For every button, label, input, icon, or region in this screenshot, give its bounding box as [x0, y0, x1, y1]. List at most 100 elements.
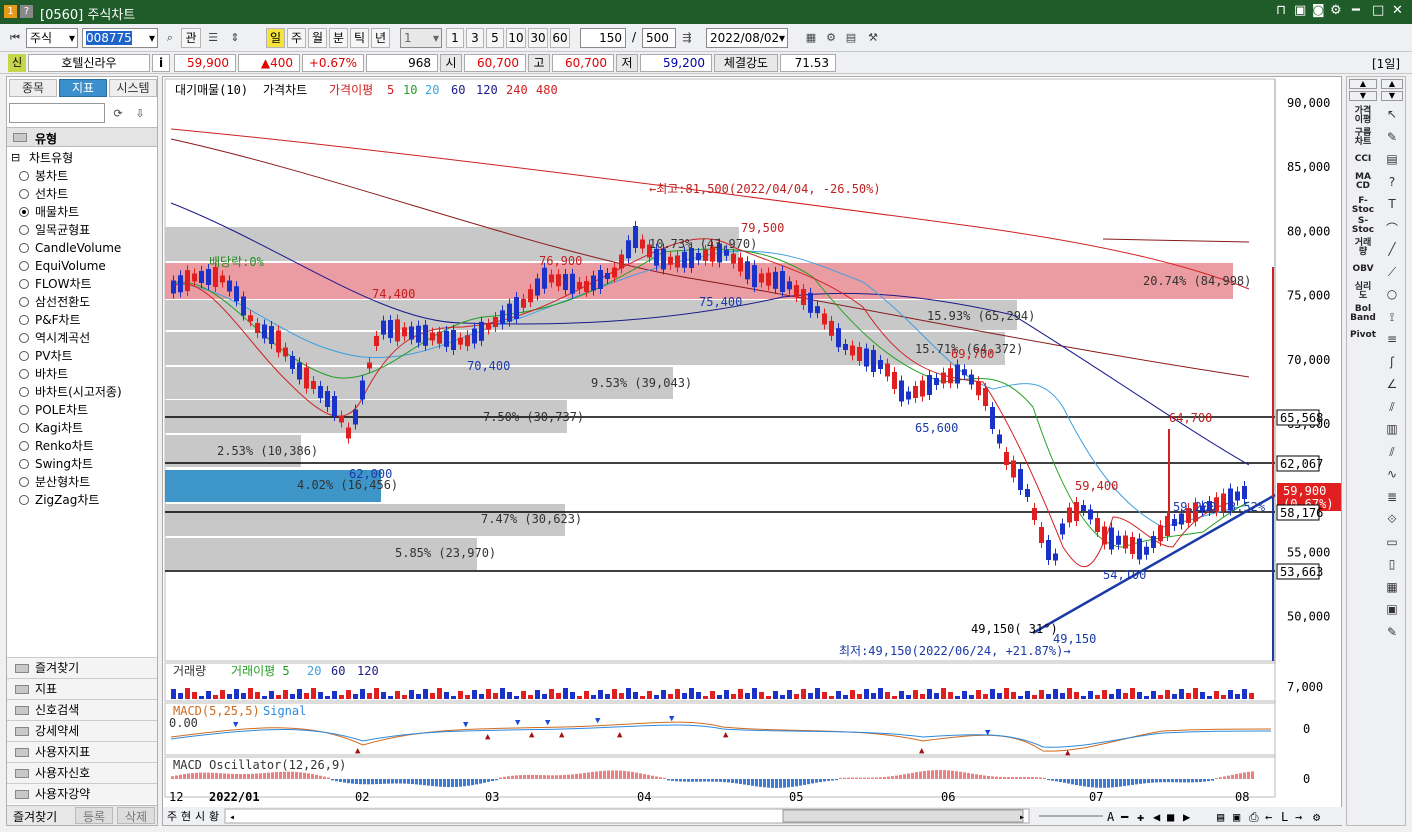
info-icon[interactable]: i — [152, 54, 170, 72]
first-icon[interactable]: ⏮ — [6, 29, 24, 47]
radio-icon[interactable] — [19, 297, 29, 307]
note-icon[interactable]: ▯ — [1381, 557, 1403, 577]
stop-icon[interactable]: ■ — [1167, 810, 1175, 824]
chart-type-item[interactable]: Kagi차트 — [19, 419, 83, 437]
chart-type-item[interactable]: CandleVolume — [19, 239, 121, 257]
pointer-icon[interactable]: ↖ — [1381, 107, 1403, 127]
indicator-shortcut[interactable]: 심리 도 — [1349, 283, 1377, 301]
scroll-down-icon[interactable]: ▼ — [1381, 91, 1403, 101]
radio-icon[interactable] — [19, 441, 29, 451]
chart-type-item[interactable]: FLOW차트 — [19, 275, 92, 293]
tab-favorites[interactable]: 즐겨찾기 — [13, 808, 57, 825]
line-icon[interactable]: L — [1281, 810, 1288, 824]
chart-type-item[interactable]: Swing차트 — [19, 455, 93, 473]
type-section[interactable]: 유형 — [7, 127, 157, 147]
quick-interval-button[interactable]: 30 — [528, 28, 548, 48]
chart-type-item[interactable]: 분산형차트 — [19, 473, 90, 491]
plus-icon[interactable]: ✚ — [1137, 810, 1144, 824]
folder-item[interactable]: 강세약세 — [7, 720, 157, 741]
quick-interval-button[interactable]: 3 — [466, 28, 484, 48]
quick-interval-button[interactable]: 60 — [550, 28, 570, 48]
circle-icon[interactable]: ○ — [1381, 287, 1403, 307]
chart-type-item[interactable]: 매물차트 — [19, 203, 79, 221]
radio-icon[interactable] — [19, 495, 29, 505]
indicator-shortcut[interactable]: 구름 차트 — [1349, 129, 1377, 147]
chart-type-item[interactable]: 역시계곡선 — [19, 329, 90, 347]
btn-si[interactable]: 시 — [195, 810, 205, 823]
btn-hwang[interactable]: 황 — [209, 810, 219, 823]
chart-type-item[interactable]: PV차트 — [19, 347, 73, 365]
delete-button[interactable]: 삭제 — [117, 807, 155, 824]
indicator-shortcut[interactable]: F- Stoc — [1349, 197, 1377, 215]
tab-indicator[interactable]: 지표 — [59, 79, 107, 97]
radio-icon[interactable] — [19, 225, 29, 235]
quick-interval-button[interactable]: 5 — [486, 28, 504, 48]
save-icon[interactable]: ▣ — [1233, 810, 1240, 824]
chart-type-item[interactable]: 일목균형표 — [19, 221, 90, 239]
help-icon[interactable]: ? — [20, 5, 33, 18]
settings-icon[interactable]: ⚙ — [822, 29, 840, 47]
fib-icon[interactable]: ⟟ — [1381, 310, 1403, 330]
gear-icon[interactable]: ⚙ — [1330, 3, 1342, 18]
code-input[interactable]: 008775 ▾ — [82, 28, 158, 48]
tab-stock[interactable]: 종목 — [9, 79, 57, 97]
back-icon[interactable]: ← — [1265, 810, 1272, 824]
chart-canvas[interactable]: ▼ ▼ ▼ ▼ ▼ ▼▼▲▲ ▲ ▲ ▲ ▲▲ ▲ 대기매물(10) 가격차트 가격이평 5 10 … — [163, 77, 1343, 827]
channel-icon[interactable]: ≡ — [1381, 332, 1403, 352]
indicator-shortcut[interactable]: Bol Band — [1349, 305, 1377, 323]
minus-icon[interactable]: ━ — [1120, 810, 1129, 824]
trend-icon[interactable]: ⟋ — [1381, 265, 1403, 285]
chart-type-item[interactable]: POLE차트 — [19, 401, 88, 419]
save-icon[interactable]: ▤ — [842, 29, 860, 47]
register-button[interactable]: 등록 — [75, 807, 113, 824]
chart-icon[interactable]: ▣ — [1381, 602, 1403, 622]
excel-icon[interactable]: ▤ — [1217, 810, 1224, 824]
indicator-shortcut[interactable]: MA CD — [1349, 173, 1377, 191]
close-icon[interactable]: ✕ — [1392, 3, 1403, 18]
chart-type-item[interactable]: 바차트(시고저종) — [19, 383, 122, 401]
refresh-icon[interactable]: ⟳ — [109, 105, 127, 123]
quick-interval-button[interactable]: 1 — [446, 28, 464, 48]
pen-icon[interactable]: ✎ — [1381, 625, 1403, 645]
scroll-left-icon[interactable]: ◂ — [229, 812, 235, 823]
parallel-icon[interactable]: ⫽ — [1381, 400, 1403, 420]
rect-icon[interactable]: ▭ — [1381, 535, 1403, 555]
radio-icon[interactable] — [19, 261, 29, 271]
search-icon[interactable]: ⌕ — [161, 29, 179, 47]
text-icon[interactable]: T — [1381, 197, 1403, 217]
scroll-up-icon[interactable]: ▲ — [1349, 79, 1377, 89]
radio-icon[interactable] — [19, 477, 29, 487]
indicator-shortcut[interactable]: OBV — [1349, 265, 1377, 274]
period-button-1[interactable]: 주 — [287, 28, 306, 48]
radio-icon[interactable] — [19, 333, 29, 343]
indicator-shortcut[interactable]: CCI — [1349, 155, 1377, 164]
folder-item[interactable]: 지표 — [7, 678, 157, 699]
indicator-shortcut[interactable]: 거래 량 — [1349, 239, 1377, 257]
radio-icon[interactable] — [19, 243, 29, 253]
chart-type-item[interactable]: 바차트 — [19, 365, 68, 383]
btn-ju[interactable]: 주 — [167, 810, 177, 823]
line-icon[interactable]: ╱ — [1381, 242, 1403, 262]
level-icon[interactable]: ≣ — [1381, 490, 1403, 510]
wave-icon[interactable]: ∿ — [1381, 467, 1403, 487]
market-select[interactable]: 주식 ▾ — [26, 28, 78, 48]
chart-type-item[interactable]: EquiVolume — [19, 257, 106, 275]
prev-icon[interactable]: ◀ — [1153, 810, 1161, 824]
delete-all-icon[interactable]: ▤ — [1381, 152, 1403, 172]
radio-icon[interactable] — [19, 351, 29, 361]
radio-icon[interactable] — [19, 171, 29, 181]
tree-root[interactable]: 차트유형 — [29, 149, 73, 166]
period-button-4[interactable]: 틱 — [350, 28, 369, 48]
folder-item[interactable]: 사용자신호 — [7, 762, 157, 783]
grid-icon[interactable]: ▥ — [1381, 422, 1403, 442]
eraser-icon[interactable]: ✎ — [1381, 130, 1403, 150]
apply-icon[interactable]: ⇶ — [678, 29, 696, 47]
indicator-search-input[interactable] — [9, 103, 105, 123]
watch-button[interactable]: 관 — [181, 28, 201, 48]
scroll-right-icon[interactable]: ▸ — [1019, 812, 1025, 823]
download-icon[interactable]: ⇩ — [131, 105, 149, 123]
text-tool-icon[interactable]: A — [1107, 810, 1115, 824]
radio-icon[interactable] — [19, 279, 29, 289]
table-icon[interactable]: ▦ — [802, 29, 820, 47]
indicator-shortcut[interactable]: 가격 이평 — [1349, 107, 1377, 125]
